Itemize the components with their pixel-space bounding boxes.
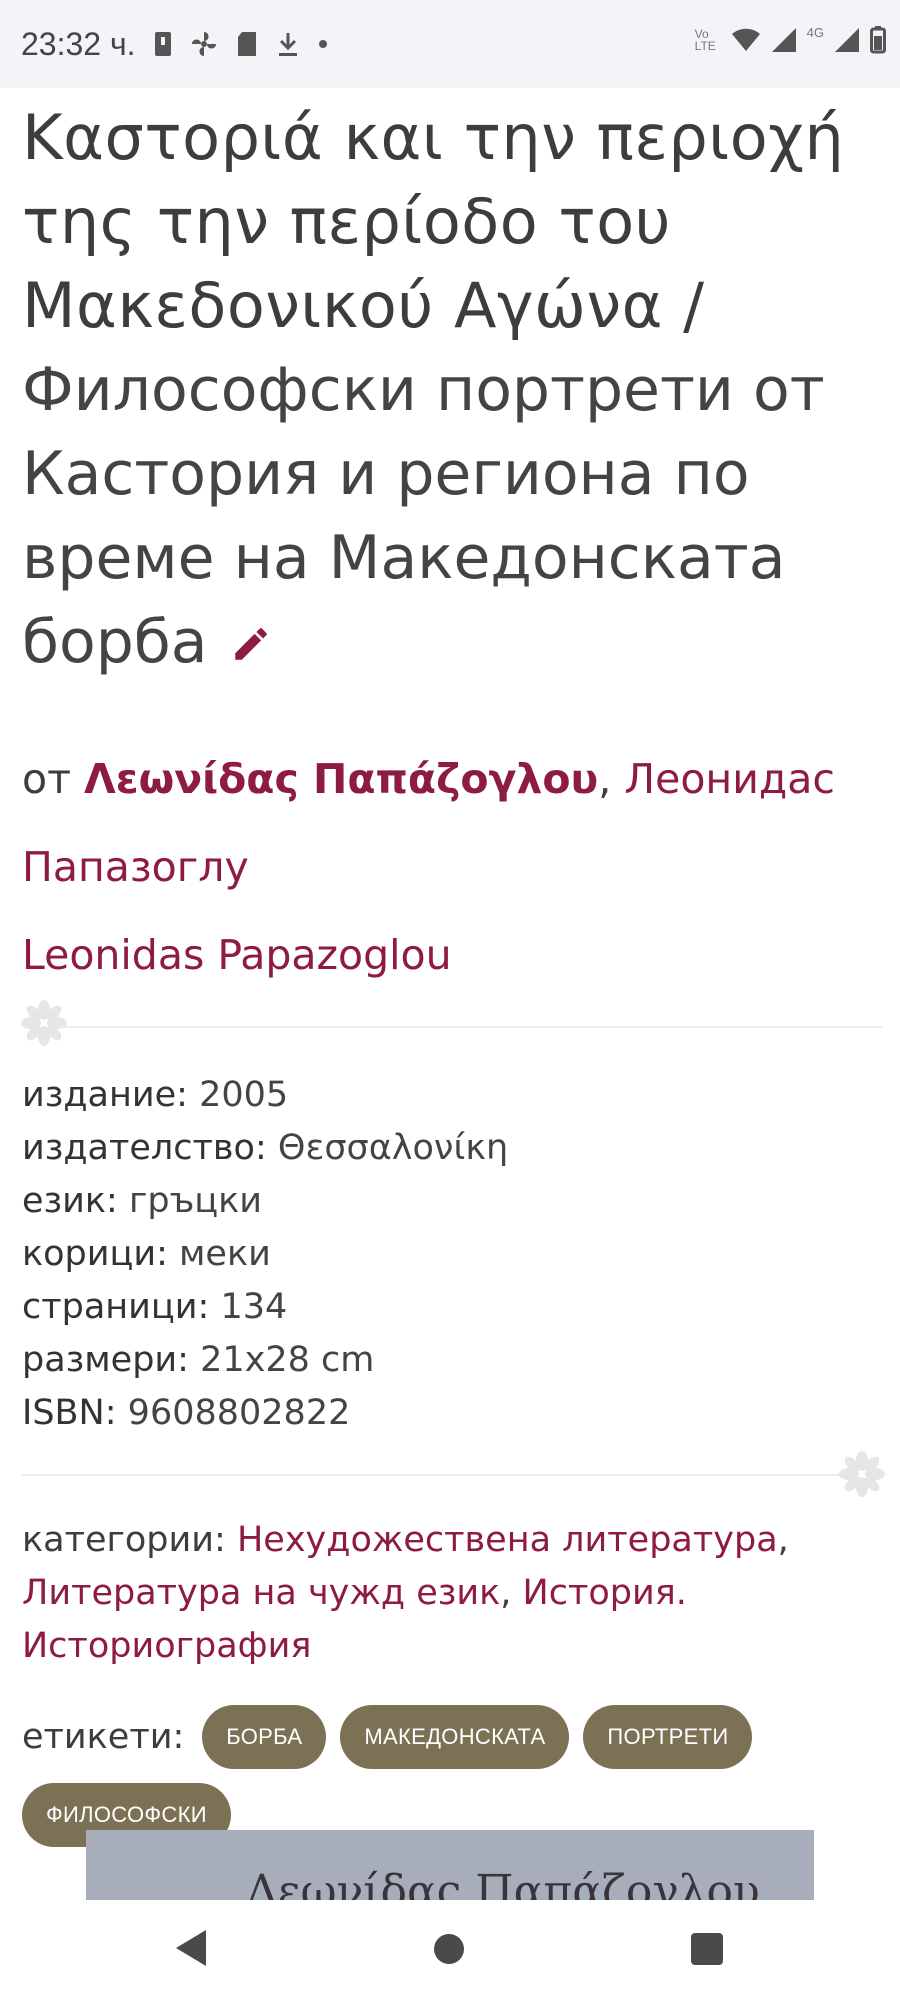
detail-pages: страници: 134 <box>22 1281 882 1334</box>
battery-icon <box>870 26 886 54</box>
notification-icons <box>154 30 328 58</box>
recents-icon[interactable] <box>690 1932 724 1966</box>
title-bulgarian-last-word: борба <box>22 607 208 677</box>
status-bar: 23:32 ч. Vo LTE 4G <box>0 0 900 88</box>
detail-language: език: гръцки <box>22 1175 882 1228</box>
categories-label: категории: <box>22 1520 226 1561</box>
detail-edition: издание: 2005 <box>22 1069 882 1122</box>
tag-makedonskata[interactable]: МАКЕДОНСКАТА <box>340 1705 570 1770</box>
detail-isbn: ISBN: 9608802822 <box>22 1387 882 1440</box>
edit-pencil-icon[interactable] <box>230 603 272 687</box>
book-title: Καστοριά και την περιοχή της την περίοδο… <box>22 88 882 687</box>
title-greek-line-1: Καστοριά και την περιοχή <box>22 101 845 174</box>
divider-section-2 <box>22 1446 885 1510</box>
divider-section-1 <box>21 999 882 1055</box>
authors: от Λεωνίδας Παπάζογλου, Леонидас Папазог… <box>22 735 882 999</box>
detail-dimensions: размери: 21x28 cm <box>22 1334 882 1387</box>
network-type: 4G <box>806 24 824 40</box>
tags-label: етикети: <box>22 1717 185 1758</box>
categories: категории: Нехудожествена литература, Ли… <box>22 1520 789 1667</box>
category-link-nonfiction[interactable]: Нехудожествена литература <box>237 1520 778 1560</box>
title-bulgarian-line-1: Философски портрети от <box>22 355 825 425</box>
detail-label: размери: <box>22 1340 189 1381</box>
authors-prefix: от <box>22 755 71 804</box>
book-cover-image[interactable]: Λεωνίδας Παπάζογλου <box>86 1830 814 1900</box>
system-navigation-bar <box>0 1900 900 2000</box>
tag-borba[interactable]: БОРБА <box>202 1705 327 1770</box>
detail-value: гръцки <box>128 1181 263 1222</box>
back-icon[interactable] <box>172 1928 208 1968</box>
signal-icon-2 <box>835 28 859 52</box>
category-link-foreign-literature[interactable]: Литература на чужд език <box>22 1573 500 1613</box>
decorative-flower-icon <box>21 1000 67 1047</box>
status-time: 23:32 ч. <box>21 25 136 62</box>
detail-publisher: издателство: Θεσσαλονίκη <box>22 1122 882 1175</box>
detail-value: 2005 <box>199 1075 289 1116</box>
tags: етикети: БОРБА МАКЕДОНСКАТА ПОРТРЕТИ ФИЛ… <box>22 1705 882 1848</box>
download-icon <box>278 33 297 56</box>
detail-label: корици: <box>22 1234 168 1275</box>
author-link-greek[interactable]: Λεωνίδας Παπάζογλου <box>84 755 598 803</box>
detail-label: издателство: <box>22 1128 267 1169</box>
volte-label: Vo LTE <box>694 27 716 53</box>
title-greek-line-3: Μακεδονικού Αγώνα / <box>22 269 705 342</box>
dot-icon <box>318 40 327 48</box>
detail-value: меки <box>179 1234 271 1275</box>
book-page-content: Καστοριά και την περιοχή της την περίοδο… <box>21 88 885 1848</box>
detail-value: Θεσσαλονίκη <box>277 1128 509 1169</box>
detail-label: издание: <box>22 1075 188 1116</box>
title-bulgarian-line-2: Кастория и региона по <box>22 439 750 509</box>
tag-portreti[interactable]: ПОРТРЕТИ <box>583 1705 753 1770</box>
detail-label: език: <box>22 1181 118 1222</box>
title-bulgarian-line-3: време на Македонската <box>22 523 786 593</box>
signal-icon <box>771 28 796 52</box>
detail-label: страници: <box>22 1287 210 1328</box>
sd-card-icon <box>237 32 256 56</box>
detail-label: ISBN: <box>22 1393 117 1434</box>
author-separator: , <box>598 755 625 804</box>
author-link-latin[interactable]: Leonidas Papazoglou <box>22 931 452 979</box>
cover-author-text: Λεωνίδας Παπάζογλου <box>246 1866 760 1900</box>
detail-value: 9608802822 <box>127 1393 351 1434</box>
title-greek-line-2: της την περίοδο του <box>22 185 671 258</box>
book-details: издание: 2005 издателство: Θεσσαλονίκη е… <box>22 1069 882 1440</box>
divider-line <box>62 1026 882 1029</box>
detail-value: 21x28 cm <box>200 1340 375 1381</box>
sim-card-icon <box>154 32 171 56</box>
wifi-icon <box>731 28 760 51</box>
decorative-flower-icon <box>839 1451 885 1498</box>
divider-line <box>22 1474 848 1477</box>
system-icons: Vo LTE 4G <box>695 26 886 54</box>
fan-icon <box>191 32 216 56</box>
detail-value: 134 <box>220 1287 288 1328</box>
title-bulgarian-line-4: борба <box>22 600 882 687</box>
detail-cover: корици: меки <box>22 1228 882 1281</box>
home-icon[interactable] <box>432 1932 466 1966</box>
